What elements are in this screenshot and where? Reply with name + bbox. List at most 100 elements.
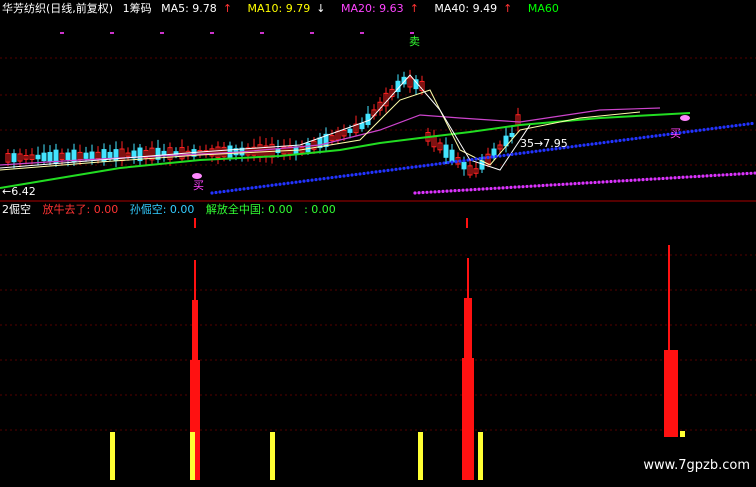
blue-dot bbox=[518, 151, 522, 155]
magenta-dot bbox=[685, 175, 689, 179]
blue-dot bbox=[346, 173, 350, 178]
blue-dot bbox=[286, 181, 290, 185]
magenta-dot bbox=[681, 175, 685, 179]
candle-body bbox=[41, 152, 47, 162]
magenta-dot bbox=[549, 183, 553, 187]
blue-dot bbox=[730, 124, 734, 128]
low-price-label: ←6.42 bbox=[2, 185, 36, 198]
candle-body bbox=[461, 161, 467, 170]
indicator-item-3: 解放全中国: 0.00 bbox=[205, 203, 293, 216]
magenta-dot bbox=[585, 181, 589, 185]
blue-dot bbox=[714, 126, 718, 130]
blue-dot bbox=[358, 172, 362, 176]
magenta-dot bbox=[701, 174, 705, 178]
watermark: www.7gpzb.com bbox=[643, 458, 750, 473]
blue-dot bbox=[490, 155, 494, 159]
buy-signal-label-1: 买 bbox=[193, 179, 204, 192]
magenta-dot bbox=[717, 173, 721, 177]
blue-dot bbox=[430, 163, 434, 167]
magenta-dot bbox=[561, 182, 565, 186]
blue-dot bbox=[338, 174, 342, 179]
magenta-dot bbox=[493, 186, 497, 190]
mid-price-label: 35→7.95 bbox=[520, 137, 568, 150]
stock-chart-window: 华芳纺织(日线,前复权) 1筹码 MA5: 9.78 ↑ MA10: 9.79 ↓ … bbox=[0, 0, 756, 487]
blue-dot bbox=[454, 160, 458, 164]
ma5-value: MA5: 9.78 bbox=[161, 2, 217, 15]
magenta-dot bbox=[737, 172, 741, 176]
blue-dot bbox=[610, 139, 614, 144]
magenta-dot bbox=[449, 189, 453, 193]
blue-dot bbox=[742, 122, 746, 127]
candle-body bbox=[443, 144, 449, 158]
price-panel-header: 华芳纺织(日线,前复权) 1筹码 MA5: 9.78 ↑ MA10: 9.79 ↓ … bbox=[2, 2, 565, 16]
magenta-dot bbox=[669, 176, 673, 180]
blue-dot bbox=[590, 142, 594, 146]
blue-dot bbox=[350, 173, 354, 177]
blue-dot bbox=[290, 181, 294, 185]
blue-dot bbox=[282, 182, 286, 186]
blue-dot bbox=[526, 150, 530, 154]
blue-dot bbox=[654, 134, 658, 138]
blue-dot bbox=[482, 156, 486, 160]
candle-body bbox=[365, 113, 371, 126]
stock-title: 华芳纺织(日线,前复权) bbox=[2, 2, 114, 15]
blue-dot bbox=[450, 160, 454, 164]
magenta-dot bbox=[473, 187, 477, 192]
blue-dot bbox=[242, 187, 246, 191]
blue-dot bbox=[250, 186, 254, 190]
chart-canvas[interactable] bbox=[0, 0, 756, 487]
blue-dot bbox=[366, 171, 370, 175]
blue-dot bbox=[330, 175, 334, 180]
blue-dot bbox=[434, 162, 438, 166]
magenta-dot bbox=[665, 176, 669, 180]
magenta-dot bbox=[477, 187, 481, 191]
magenta-dot bbox=[453, 189, 457, 193]
magenta-dot bbox=[573, 182, 577, 186]
blue-dot bbox=[658, 133, 662, 137]
magenta-dot bbox=[441, 189, 445, 193]
red-tick-2 bbox=[466, 218, 468, 228]
magenta-dot bbox=[545, 183, 549, 187]
blue-dot bbox=[710, 127, 714, 131]
indicator-item-4: : 0.00 bbox=[304, 203, 336, 216]
buy-signal-label-2: 买 bbox=[670, 127, 681, 140]
blue-dot bbox=[726, 125, 730, 129]
blue-dot bbox=[246, 186, 250, 190]
blue-dot bbox=[478, 156, 482, 161]
candle-body bbox=[89, 151, 95, 160]
yellow-bar bbox=[110, 432, 115, 480]
blue-dot bbox=[410, 165, 414, 169]
magenta-dot bbox=[457, 188, 461, 193]
magenta-dot bbox=[469, 188, 473, 192]
magenta-dot bbox=[593, 180, 597, 185]
red-spike-2-body bbox=[462, 358, 474, 480]
magenta-dot bbox=[729, 172, 733, 177]
blue-dot bbox=[638, 136, 642, 140]
blue-dot bbox=[354, 172, 358, 177]
magenta-dot bbox=[749, 171, 753, 175]
magenta-dot bbox=[413, 191, 417, 195]
blue-dot bbox=[310, 178, 314, 182]
ma20-arrow: ↑ bbox=[409, 2, 419, 15]
blue-dot bbox=[222, 189, 226, 194]
blue-dot bbox=[390, 168, 394, 172]
magenta-dot bbox=[465, 188, 469, 192]
blue-dot bbox=[530, 150, 534, 154]
blue-dot bbox=[662, 133, 666, 137]
magenta-dot bbox=[733, 172, 737, 176]
magenta-dot bbox=[621, 179, 625, 183]
ma10-readout: MA10: 9.79 ↓ bbox=[248, 2, 332, 15]
magenta-dot bbox=[501, 186, 505, 190]
ma40-arrow: ↑ bbox=[503, 2, 513, 15]
yellow-bar bbox=[270, 432, 275, 480]
red-spike-1-mid bbox=[192, 300, 198, 360]
magenta-dot bbox=[513, 185, 517, 189]
blue-dot bbox=[690, 129, 694, 133]
blue-dot bbox=[634, 136, 638, 141]
blue-dot bbox=[210, 191, 214, 195]
blue-dot bbox=[602, 140, 606, 145]
blue-dot bbox=[414, 165, 418, 169]
blue-dot bbox=[266, 184, 270, 188]
ma20-readout: MA20: 9.63 ↑ bbox=[341, 2, 425, 15]
yellow-bar bbox=[680, 431, 685, 437]
